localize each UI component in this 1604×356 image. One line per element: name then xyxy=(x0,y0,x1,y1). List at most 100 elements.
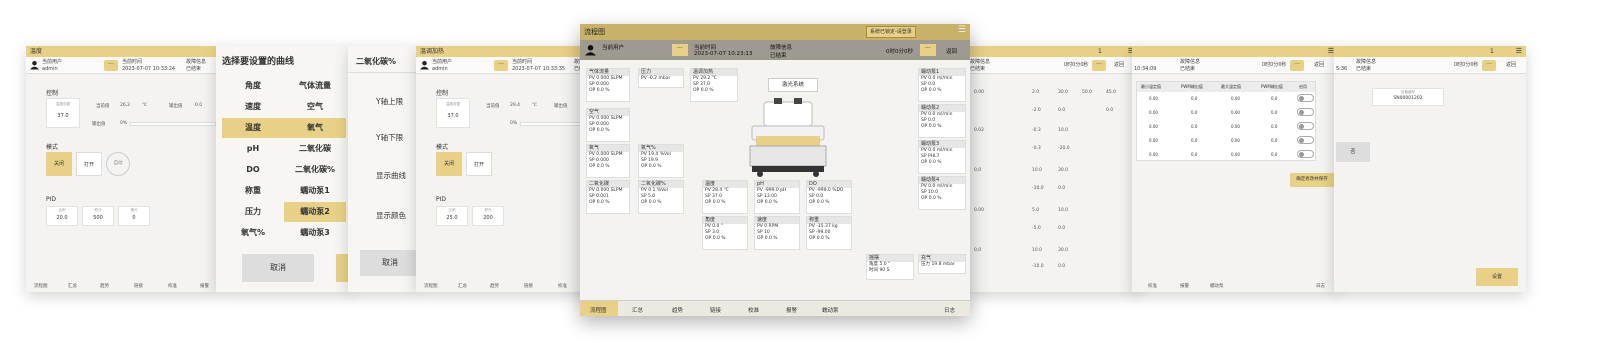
confirm-save-button[interactable]: 确定修改并保存 xyxy=(1290,173,1334,187)
back-button[interactable]: 返回 xyxy=(1314,62,1324,69)
nav-alarm[interactable]: 报警 xyxy=(1180,283,1189,289)
nav-summary[interactable]: 汇总 xyxy=(458,283,467,289)
curve-item-air[interactable]: 空气 xyxy=(284,97,346,117)
pump4-box[interactable]: 蠕动泵4 PV 0.0 ml/min SP 10.0 OP 0.0 % xyxy=(918,176,966,210)
enable-toggle[interactable] xyxy=(1297,108,1314,116)
curve-item-co2[interactable]: 二氧化碳 xyxy=(284,139,346,159)
menu-icon[interactable]: ☰ xyxy=(1516,46,1522,57)
oxygen-pct-box[interactable]: 氧气% PV 19.4 %Vol SP 19.9 OP 0.0 % xyxy=(638,144,684,178)
cell-value[interactable]: 0.0 xyxy=(1191,124,1197,129)
nav-summary[interactable]: 汇总 xyxy=(68,283,77,289)
back-button[interactable]: 返回 xyxy=(1506,62,1516,69)
cell-value[interactable]: 0.00 xyxy=(1231,152,1240,157)
nav-flowchart[interactable]: 流程图 xyxy=(424,283,438,289)
nav-pump[interactable]: 蠕动泵 xyxy=(1210,283,1224,289)
cell-value[interactable]: 0.0 xyxy=(1271,152,1277,157)
heating-box[interactable]: 温调加热 PV 29.2 ℃ SP 37.0 OP 0.0 % xyxy=(690,68,738,102)
more-button[interactable]: ··· xyxy=(1482,60,1496,71)
co2-box[interactable]: 二氧化碳 PV 0.000 SLPM SP 0.001 OP 0.0 % xyxy=(586,180,630,214)
cell-value[interactable]: 0.00 xyxy=(1231,96,1240,101)
cell-value[interactable]: 0.00 xyxy=(1149,124,1158,129)
nav-flowchart[interactable]: 流程图 xyxy=(590,306,607,314)
cell-value[interactable]: 0.0 xyxy=(1271,124,1277,129)
more-button[interactable]: ··· xyxy=(672,44,688,56)
more-button-2[interactable]: ··· xyxy=(920,44,936,56)
pressure-box[interactable]: 压力 PV -0.2 mbar xyxy=(638,68,684,88)
curve-item-temperature[interactable]: 温度 xyxy=(222,118,284,138)
cell-value[interactable]: 0.0 xyxy=(1271,96,1277,101)
cell-value[interactable]: 0.0 xyxy=(1271,110,1277,115)
nav-log[interactable]: 日志 xyxy=(1316,283,1325,289)
setpoint-box[interactable]: 温度设置 37.0 xyxy=(46,98,80,128)
curve-item-do[interactable]: DO xyxy=(222,160,284,180)
curve-item-gas-flow[interactable]: 气体流量 xyxy=(284,76,346,96)
nav-pump[interactable]: 蠕动泵 xyxy=(822,306,839,314)
nav-log[interactable]: 日志 xyxy=(944,306,955,314)
nav-calibration[interactable]: 校准 xyxy=(558,283,567,289)
nav-calibration[interactable]: 校准 xyxy=(168,283,177,289)
enable-toggle[interactable] xyxy=(1297,150,1314,158)
do-box[interactable]: DO PV -999.0 %DO SP 0.0 OP 0.0 % xyxy=(806,180,852,214)
cell-value[interactable]: 0.00 xyxy=(1149,110,1158,115)
pump1-box[interactable]: 蠕动泵1 PV 0.0 ml/min SP 0.0 OP 0.0 % xyxy=(918,68,966,102)
curve-item-co2-pct[interactable]: 二氧化碳% xyxy=(284,160,346,180)
enable-toggle[interactable] xyxy=(1297,122,1314,130)
option-button[interactable]: 否 xyxy=(1336,142,1370,162)
nav-summary[interactable]: 汇总 xyxy=(632,306,643,314)
curve-item-speed[interactable]: 速度 xyxy=(222,97,284,117)
curve-item-angle[interactable]: 角度 xyxy=(222,76,284,96)
nav-calibration[interactable]: 校准 xyxy=(1148,283,1157,289)
enable-toggle[interactable] xyxy=(1297,94,1314,102)
pid-p-box[interactable]: 比例 20.0 xyxy=(46,206,78,226)
curve-item-weight[interactable]: 称重 xyxy=(222,181,284,201)
cell-value[interactable]: 0.0 xyxy=(1191,96,1197,101)
cell-value[interactable]: 0.00 xyxy=(1231,138,1240,143)
oxygen-box[interactable]: 氧气 PV 0.000 SLPM SP 0.000 OP 0.0 % xyxy=(586,144,630,178)
mode-auto-button[interactable]: 自动 xyxy=(106,152,130,176)
cell-value[interactable]: 0.00 xyxy=(1231,110,1240,115)
cell-value[interactable]: 0.00 xyxy=(1149,138,1158,143)
angle-box[interactable]: 角度 PV 0.0 ° SP 3.0 OP 0.0 % xyxy=(702,216,748,250)
pid-p-box[interactable]: 比例 25.0 xyxy=(436,206,468,226)
nav-link[interactable]: 链接 xyxy=(710,306,721,314)
menu-icon[interactable]: ☰ xyxy=(958,25,966,35)
save-button[interactable]: 设置 xyxy=(1476,268,1518,286)
weight-box[interactable]: 称重 PV -15.37 kg SP -99.00 OP 0.0 % xyxy=(806,216,852,250)
mode-on-button[interactable]: 打开 xyxy=(466,152,492,176)
cell-value[interactable]: 0.0 xyxy=(1271,138,1277,143)
nav-link[interactable]: 链接 xyxy=(524,283,533,289)
cell-value[interactable]: 0.00 xyxy=(1149,96,1158,101)
back-button[interactable]: 返回 xyxy=(946,47,957,55)
setpoint-box[interactable]: 温度设置 37.0 xyxy=(436,98,470,128)
cell-value[interactable]: 0.0 xyxy=(1191,138,1197,143)
lock-status-button[interactable]: 系统已锁定-请登录 xyxy=(866,26,916,38)
nav-flowchart[interactable]: 流程图 xyxy=(34,283,48,289)
enable-toggle[interactable] xyxy=(1297,136,1314,144)
nav-trend[interactable]: 趋势 xyxy=(100,283,109,289)
pid-i-box[interactable]: 积分 500 xyxy=(82,206,114,226)
cancel-button[interactable]: 取消 xyxy=(242,254,314,282)
mode-off-button[interactable]: 关闭 xyxy=(46,152,72,176)
nav-link[interactable]: 链接 xyxy=(134,283,143,289)
pid-d-box[interactable]: 微分 0 xyxy=(118,206,150,226)
nav-calibration[interactable]: 校准 xyxy=(748,306,759,314)
more-button[interactable]: ··· xyxy=(104,60,118,71)
nav-trend[interactable]: 趋势 xyxy=(672,306,683,314)
air-box[interactable]: 空气 PV 0.000 SLPM SP 0.000 OP 0.0 % xyxy=(586,108,630,142)
pump3-box[interactable]: 蠕动泵3 PV 0.0 ml/min SP PHL7 OP 0.0 % xyxy=(918,140,966,174)
co2-pct-box[interactable]: 二氧化碳% PV 0.1 %Vol SP 5.0 OP 0.0 % xyxy=(638,180,684,214)
curve-item-oxygen[interactable]: 氧气 xyxy=(284,118,346,138)
cell-value[interactable]: 0.00 xyxy=(1231,124,1240,129)
temp-box[interactable]: 温度 PV 28.4 ℃ SP 37.0 OP 0.0 % xyxy=(702,180,748,214)
nav-alarm[interactable]: 报警 xyxy=(786,306,797,314)
ph-box[interactable]: pH PV -999.0 pH SP 13.00 OP 0.0 % xyxy=(754,180,800,214)
curve-item-oxygen-pct[interactable]: 氧气% xyxy=(222,223,284,243)
cell-value[interactable]: 0.0 xyxy=(1191,110,1197,115)
nav-alarm[interactable]: 报警 xyxy=(200,283,209,289)
cell-value[interactable]: 0.00 xyxy=(1149,152,1158,157)
more-button[interactable]: ··· xyxy=(1092,60,1106,71)
speed-box[interactable]: 速度 PV 0 RPM SP 10 OP 0.0 % xyxy=(754,216,800,250)
device-id-box[interactable]: 设备编号 SN00001202 xyxy=(1372,88,1444,106)
inflate-box[interactable]: 充气 压力 19.8 mbar xyxy=(918,254,966,274)
curve-item-ph[interactable]: pH xyxy=(222,139,284,159)
